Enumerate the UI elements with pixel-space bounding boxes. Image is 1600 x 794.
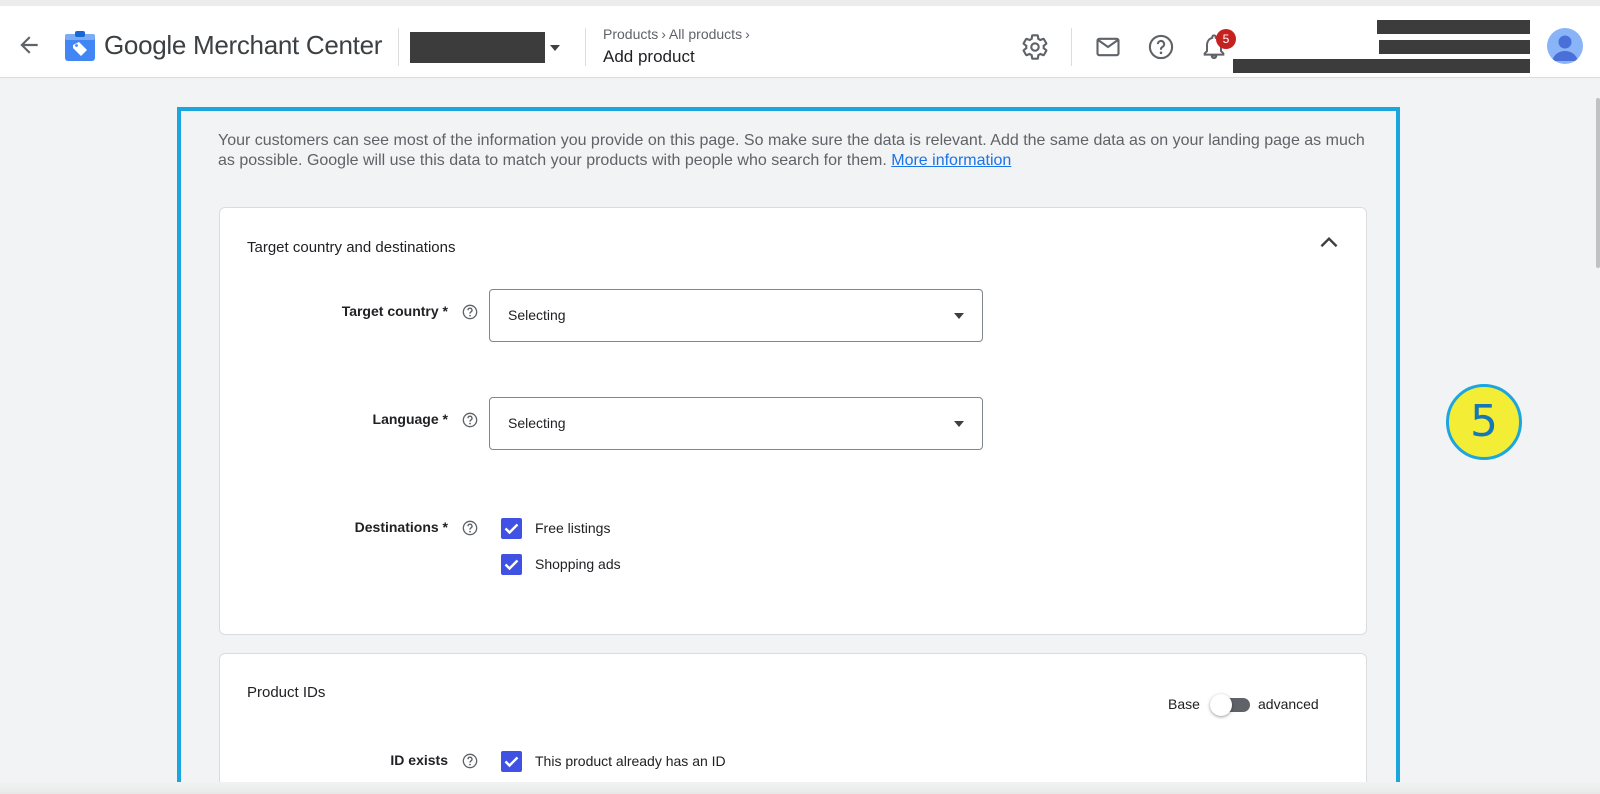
help-icon[interactable]	[1147, 33, 1175, 61]
top-app-bar: Google Merchant Center Products › All prod…	[0, 0, 1600, 78]
annotation-highlight-box	[177, 107, 1400, 788]
redacted-account-name	[410, 32, 545, 63]
app-name: Google Merchant Center	[104, 30, 383, 60]
mail-icon[interactable]	[1094, 33, 1122, 61]
step-number-badge: 5	[1446, 384, 1522, 460]
redacted-account-info	[1230, 20, 1530, 76]
page-scrollbar[interactable]	[1594, 78, 1600, 794]
breadcrumb: Products › All products ›	[603, 26, 753, 42]
settings-gear-icon[interactable]	[1021, 33, 1049, 61]
divider	[585, 28, 586, 66]
user-avatar-icon	[1552, 35, 1578, 61]
merchant-center-logo	[65, 31, 95, 61]
bottom-edge	[0, 782, 1600, 794]
dropdown-caret-icon	[550, 45, 560, 51]
back-arrow-icon[interactable]	[16, 32, 42, 58]
account-avatar[interactable]	[1547, 28, 1583, 64]
chevron-right-icon: ›	[745, 26, 750, 42]
page-title: Add product	[603, 47, 695, 66]
divider	[1071, 28, 1072, 66]
chevron-right-icon: ›	[661, 26, 666, 42]
account-selector[interactable]	[410, 32, 560, 64]
breadcrumb-products[interactable]: Products	[603, 26, 658, 42]
breadcrumb-all-products[interactable]: All products	[669, 26, 742, 42]
divider	[398, 28, 399, 66]
scrollbar-thumb[interactable]	[1596, 98, 1600, 268]
